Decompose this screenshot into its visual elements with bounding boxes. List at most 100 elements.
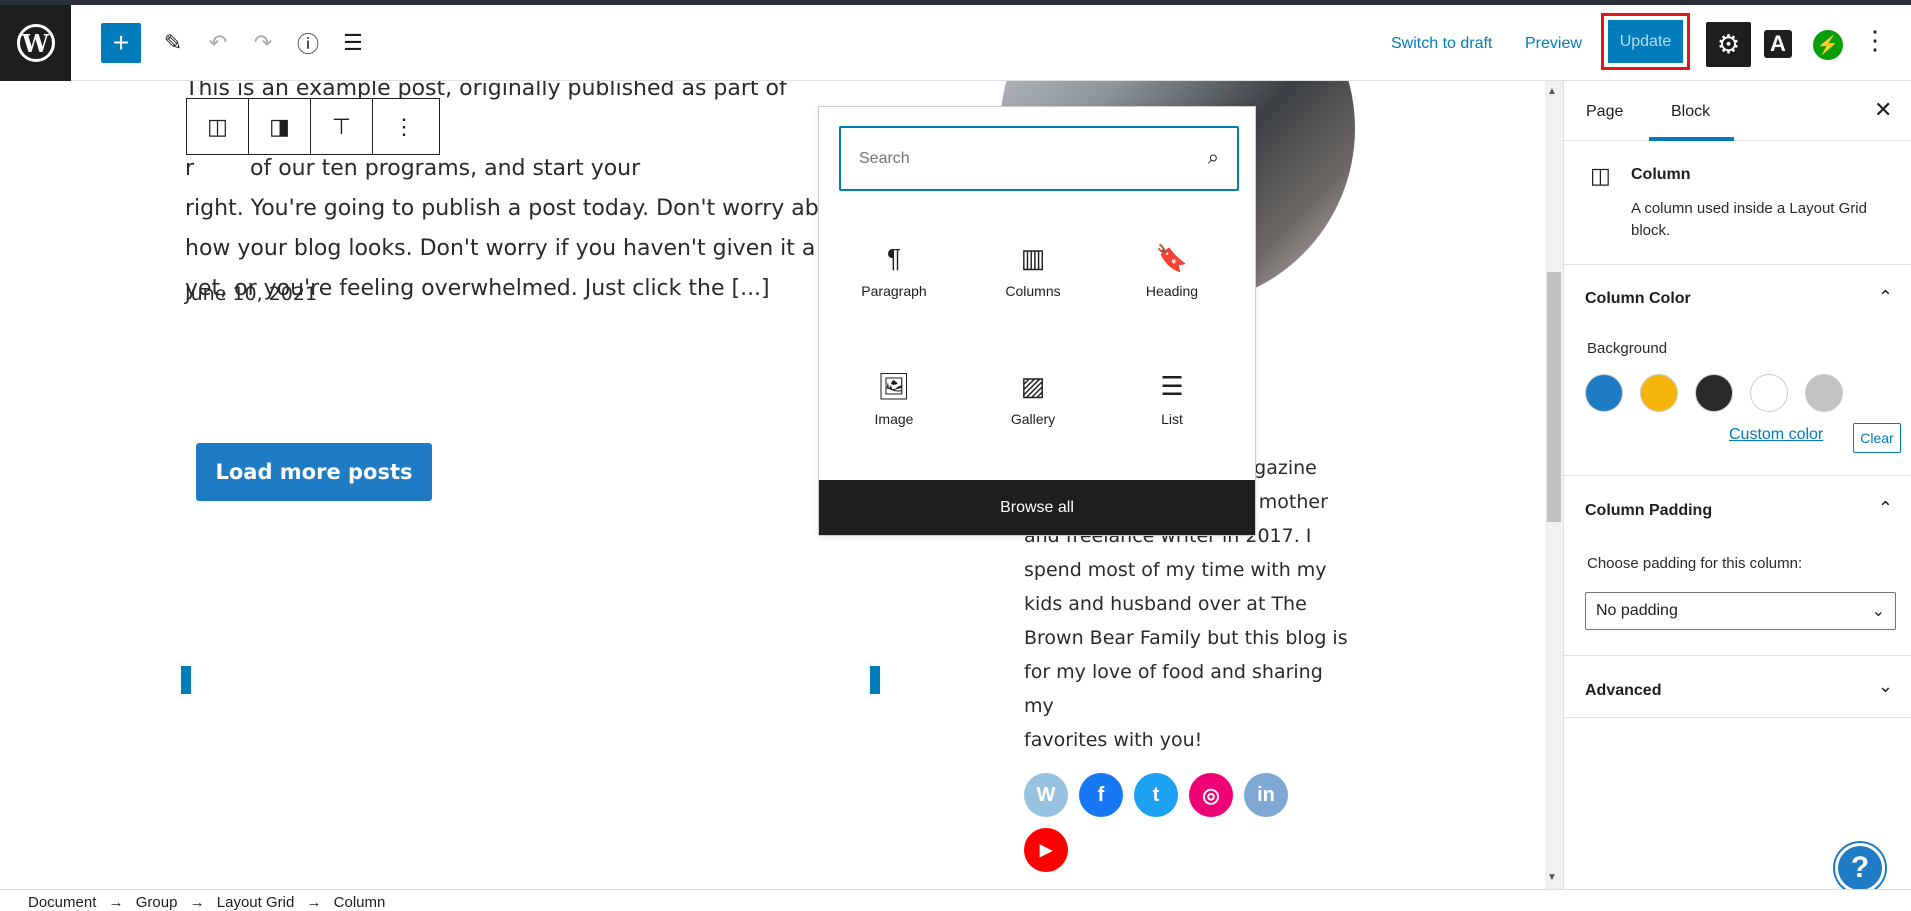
breadcrumb-separator: → (108, 894, 124, 911)
block-item-image[interactable]: 🖼 Image (824, 363, 964, 428)
close-icon: ✕ (1874, 97, 1893, 122)
column-resize-handle-right[interactable] (870, 666, 880, 694)
post-date: June 10, 2021 (185, 283, 318, 305)
settings-sidebar: Page Block ✕ ◫ Column A column used insi… (1563, 81, 1911, 889)
bolt-icon: ⚡ (1816, 34, 1840, 55)
add-block-button[interactable]: + (101, 23, 141, 63)
block-options-button[interactable]: ⋮ (373, 99, 435, 154)
switch-to-draft-button[interactable]: Switch to draft (1391, 35, 1492, 53)
wordpress-logo-button[interactable]: W (0, 5, 71, 81)
redo-icon: ↷ (253, 30, 273, 55)
background-label: Background (1587, 340, 1668, 357)
color-swatch[interactable] (1750, 374, 1788, 412)
tools-button[interactable]: ✎ (153, 23, 193, 63)
breadcrumb-group[interactable]: Group (136, 894, 178, 911)
undo-button[interactable]: ↶ (198, 23, 238, 63)
scroll-down-arrow-icon[interactable]: ▼ (1547, 872, 1557, 883)
preview-button[interactable]: Preview (1525, 35, 1582, 53)
block-item-label: Image (874, 411, 914, 427)
close-sidebar-button[interactable]: ✕ (1874, 97, 1892, 123)
sidebar-tabs: Page Block ✕ (1564, 81, 1911, 141)
help-button[interactable]: ? (1835, 843, 1885, 893)
block-card: ◫ Column A column used inside a Layout G… (1564, 141, 1911, 265)
block-item-gallery[interactable]: ▨ Gallery (963, 363, 1103, 428)
canvas-scroll-thumb[interactable] (1547, 272, 1561, 522)
load-more-posts-button[interactable]: Load more posts (196, 443, 432, 501)
block-item-paragraph[interactable]: ¶ Paragraph (824, 235, 964, 300)
image-icon: 🖼 (877, 370, 911, 401)
tab-page[interactable]: Page (1586, 103, 1623, 121)
breadcrumb-column: Column (333, 894, 386, 911)
undo-icon: ↶ (208, 30, 228, 55)
block-item-label: Gallery (1010, 411, 1056, 427)
update-button[interactable]: Update (1608, 20, 1683, 63)
more-options-button[interactable]: ⋮ (1862, 25, 1888, 56)
list-icon: ☰ (1160, 370, 1184, 401)
bio-line: kids and husband over at The (1024, 593, 1307, 615)
color-swatch[interactable] (1805, 374, 1843, 412)
block-item-columns[interactable]: ▥ Columns (963, 235, 1103, 300)
wordpress-icon: W (16, 24, 55, 62)
breadcrumb-separator: → (189, 894, 205, 911)
panel-title[interactable]: Advanced (1585, 682, 1661, 700)
chevron-down-icon: ⌄ (1871, 603, 1885, 620)
block-item-label: Columns (1005, 283, 1061, 299)
list-view-button[interactable]: ☰ (333, 23, 373, 63)
breadcrumb-layout-grid[interactable]: Layout Grid (217, 894, 295, 911)
color-swatch[interactable] (1585, 374, 1623, 412)
select-parent-button[interactable]: ◨ (249, 99, 311, 154)
block-type-button[interactable]: ◫ (187, 99, 249, 154)
clear-color-button[interactable]: Clear (1853, 423, 1901, 453)
info-icon: ⓘ (296, 32, 319, 57)
scroll-up-arrow-icon[interactable]: ▲ (1547, 86, 1557, 97)
redo-button[interactable]: ↷ (243, 23, 283, 63)
jetpack-button[interactable]: ⚡ (1813, 30, 1843, 60)
editor-canvas: This is an example post, originally publ… (0, 81, 1545, 889)
block-item-label: List (1161, 411, 1183, 427)
kebab-icon: ⋮ (393, 113, 415, 139)
list-view-icon: ☰ (343, 30, 363, 55)
details-button[interactable]: ⓘ (288, 23, 328, 63)
twitter-social-icon[interactable]: t (1134, 773, 1178, 817)
padding-label: Choose padding for this column: (1587, 555, 1803, 572)
breadcrumb-separator: → (306, 894, 322, 911)
search-icon[interactable]: ⌕ (1208, 147, 1219, 170)
font-settings-button[interactable]: A (1764, 30, 1792, 58)
block-item-list[interactable]: ☰ List (1102, 363, 1242, 428)
align-top-icon: ⊤ (331, 113, 352, 139)
color-swatch[interactable] (1695, 374, 1733, 412)
inserter-search-input[interactable] (859, 149, 1179, 168)
chevron-up-icon[interactable]: ⌃ (1878, 287, 1893, 308)
padding-select[interactable]: No padding ⌄ (1585, 592, 1896, 630)
block-item-heading[interactable]: 🔖 Heading (1102, 235, 1242, 300)
tab-block[interactable]: Block (1671, 103, 1710, 121)
browse-all-button[interactable]: Browse all (819, 480, 1255, 535)
linkedin-social-icon[interactable]: in (1244, 773, 1288, 817)
chevron-down-icon[interactable]: ⌄ (1878, 676, 1893, 697)
chevron-up-icon[interactable]: ⌃ (1878, 498, 1893, 519)
inserter-search: ⌕ (839, 126, 1239, 191)
bio-line: favorites with you! (1024, 729, 1203, 751)
color-swatch[interactable] (1640, 374, 1678, 412)
breadcrumb-document[interactable]: Document (28, 894, 96, 911)
facebook-social-icon[interactable]: f (1079, 773, 1123, 817)
bio-line: Brown Bear Family but this blog is (1024, 627, 1348, 649)
instagram-social-icon[interactable]: ◎ (1189, 773, 1233, 817)
advanced-panel: Advanced ⌄ (1564, 656, 1911, 718)
vertical-align-button[interactable]: ⊤ (311, 99, 373, 154)
pencil-icon: ✎ (163, 30, 183, 55)
excerpt-line: r of our ten programs, and start your (185, 156, 641, 181)
panel-title[interactable]: Column Padding (1585, 502, 1712, 520)
column-icon: ◫ (1590, 163, 1611, 188)
panel-title[interactable]: Column Color (1585, 290, 1691, 308)
settings-button[interactable]: ⚙ (1706, 22, 1751, 67)
youtube-social-icon[interactable]: ▶ (1024, 828, 1068, 872)
paragraph-icon: ¶ (887, 242, 901, 273)
custom-color-link[interactable]: Custom color (1729, 426, 1823, 444)
block-name: Column (1631, 166, 1691, 183)
heading-icon: 🔖 (1155, 242, 1189, 273)
bio-line: for my love of food and sharing my (1024, 661, 1323, 717)
column-resize-handle-left[interactable] (181, 666, 191, 694)
wordpress-social-icon[interactable]: W (1024, 773, 1068, 817)
columns-icon: ▥ (1020, 242, 1046, 273)
